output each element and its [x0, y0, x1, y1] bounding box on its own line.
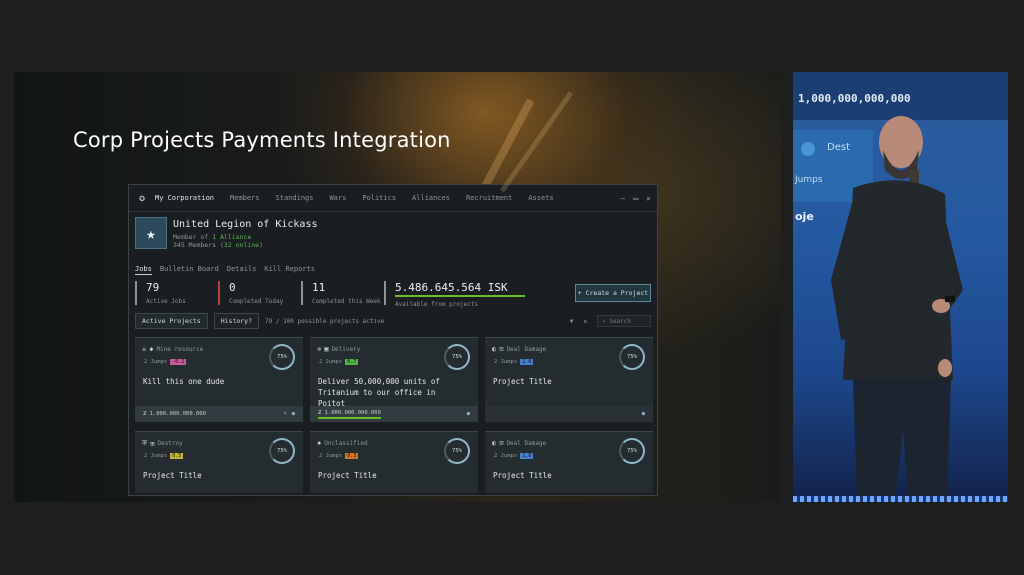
close-icon[interactable]: ✕	[646, 194, 651, 203]
project-title: Project Title	[318, 471, 377, 480]
contribute-icon[interactable]: ●	[467, 411, 470, 417]
stage-screen-number: 1,000,000,000,000	[798, 92, 911, 105]
security-badge: 0.7	[345, 359, 359, 365]
contribute-icon[interactable]: ●	[292, 411, 295, 417]
tab-wars[interactable]: Wars	[329, 194, 346, 202]
window-controls: – ▭ ✕	[621, 194, 651, 203]
project-title: Project Title	[493, 377, 552, 386]
project-title: Kill this one dude	[143, 377, 225, 386]
security-badge: 1.0	[520, 359, 534, 365]
project-card[interactable]: ✸ Unclassified 2 Jumps 0.3 Project Title 7…	[310, 431, 478, 493]
filter-icon[interactable]: ▼	[570, 318, 574, 325]
progress-ring: 75%	[269, 344, 295, 370]
progress-ring: 75%	[619, 438, 645, 464]
search-icon: ⌕	[602, 317, 610, 325]
gear-icon: ✲	[317, 345, 322, 353]
alliance-link[interactable]: 1 Alliance	[212, 233, 251, 241]
presenter-figure	[831, 116, 963, 502]
search-input[interactable]: ⌕ Search	[597, 315, 651, 327]
stage-screen-text: oje	[795, 210, 814, 223]
project-title: Project Title	[493, 471, 552, 480]
history-button[interactable]: History?	[213, 313, 260, 329]
stat-active-jobs: 79 Active Jobs	[135, 281, 218, 305]
progress-ring: 75%	[444, 344, 470, 370]
subtab-jobs[interactable]: Jobs	[135, 265, 152, 275]
shield-icon: ⛨	[142, 439, 148, 447]
tab-members[interactable]: Members	[230, 194, 260, 202]
subtab-bulletin-board[interactable]: Bulletin Board	[160, 265, 219, 275]
tab-recruitment[interactable]: Recruitment	[466, 194, 512, 202]
tab-standings[interactable]: Standings	[276, 194, 314, 202]
security-badge: 0.5	[170, 453, 184, 459]
isk-icon: Ƶ	[143, 411, 150, 417]
security-badge: 1.0	[520, 453, 534, 459]
project-card[interactable]: ✲ ▣ Delivery 2 Jumps 0.7 Deliver 50,000,000…	[310, 337, 478, 422]
stage-light-strip	[793, 496, 1008, 502]
progress-ring: 75%	[269, 438, 295, 464]
tab-alliances[interactable]: Alliances	[412, 194, 450, 202]
corporation-name: United Legion of Kickass	[173, 219, 318, 230]
crosshair-icon: ⊞	[150, 439, 155, 448]
jobs-stats: 79 Active Jobs 0 Completed Today 11 Comp…	[135, 281, 525, 308]
tab-my-corporation[interactable]: My Corporation	[155, 194, 214, 202]
security-badge: 0.3	[345, 453, 359, 459]
stat-available-isk: 5.486.645.564 ISK Available from project…	[384, 281, 525, 308]
unclassified-icon: ✸	[317, 439, 322, 447]
active-projects-button[interactable]: Active Projects	[135, 313, 208, 329]
project-card[interactable]: ☠ ◆ Mine resource 2 Jumps -0.2 Kill this on…	[135, 337, 303, 422]
project-reward: ●	[485, 406, 653, 422]
create-project-button[interactable]: + Create a Project	[575, 284, 651, 302]
half-moon-icon: ◐	[492, 345, 497, 353]
subtab-details[interactable]: Details	[227, 265, 257, 275]
project-card[interactable]: ⛨ ⊞ Destroy 2 Jumps 0.5 Project Title 75%	[135, 431, 303, 493]
edit-icon[interactable]: ✎	[283, 411, 286, 417]
project-reward: Ƶ 1.000.000.000.000 ●	[310, 406, 478, 422]
project-reward: Ƶ 1.000.000.000.000 ✎ ●	[135, 406, 303, 422]
stat-completed-today: 0 Completed Today	[218, 281, 301, 305]
isk-icon: Ƶ	[318, 409, 325, 416]
maximize-icon[interactable]: ▭	[633, 194, 638, 203]
corporation-header: ★ United Legion of Kickass Member of 1 A…	[135, 217, 318, 249]
box-icon: ▣	[324, 345, 329, 353]
project-title: Deliver 50,000,000 units of Tritanium to…	[318, 377, 440, 408]
target-icon: ⊡	[499, 439, 504, 447]
tab-politics[interactable]: Politics	[362, 194, 396, 202]
project-card[interactable]: ◐ ⊡ Deal Damage 2 Jumps 1.0 Project Title 7…	[485, 431, 653, 493]
subtab-kill-reports[interactable]: Kill Reports	[264, 265, 315, 275]
slide-title: Corp Projects Payments Integration	[73, 128, 451, 152]
sort-icon[interactable]: ⇅	[583, 318, 587, 325]
presentation-slide: Corp Projects Payments Integration ✪ My …	[14, 72, 781, 502]
presenter-photo: 1,000,000,000,000 Dest Jumps oje	[793, 72, 1008, 502]
project-filters: Active Projects History? 79 / 100 possib…	[135, 313, 651, 329]
corporation-logo-icon: ✪	[138, 192, 146, 204]
tab-assets[interactable]: Assets	[528, 194, 553, 202]
corporation-subtabs: Jobs Bulletin Board Details Kill Reports	[135, 265, 315, 275]
project-title: Project Title	[143, 471, 202, 480]
corporation-nav: ✪ My Corporation Members Standings Wars …	[129, 185, 657, 212]
security-badge: -0.2	[170, 359, 187, 365]
corporation-emblem-icon: ★	[135, 217, 167, 249]
project-card[interactable]: ◐ ⊡ Deal Damage 2 Jumps 1.0 Project Title 7…	[485, 337, 653, 422]
project-count: 79 / 100 possible projects active	[265, 317, 385, 325]
corporation-window: ✪ My Corporation Members Standings Wars …	[128, 184, 658, 496]
half-moon-icon: ◐	[492, 439, 497, 447]
contribute-icon[interactable]: ●	[642, 411, 645, 417]
mine-icon: ◆	[149, 345, 154, 353]
corporation-membership: Member of 1 Alliance 345 Members (32 onl…	[173, 233, 264, 249]
skull-icon: ☠	[142, 345, 147, 353]
target-icon: ⊡	[499, 345, 504, 353]
progress-ring: 75%	[444, 438, 470, 464]
minimize-icon[interactable]: –	[621, 194, 626, 203]
progress-ring: 75%	[619, 344, 645, 370]
stat-completed-week: 11 Completed this Week	[301, 281, 384, 305]
